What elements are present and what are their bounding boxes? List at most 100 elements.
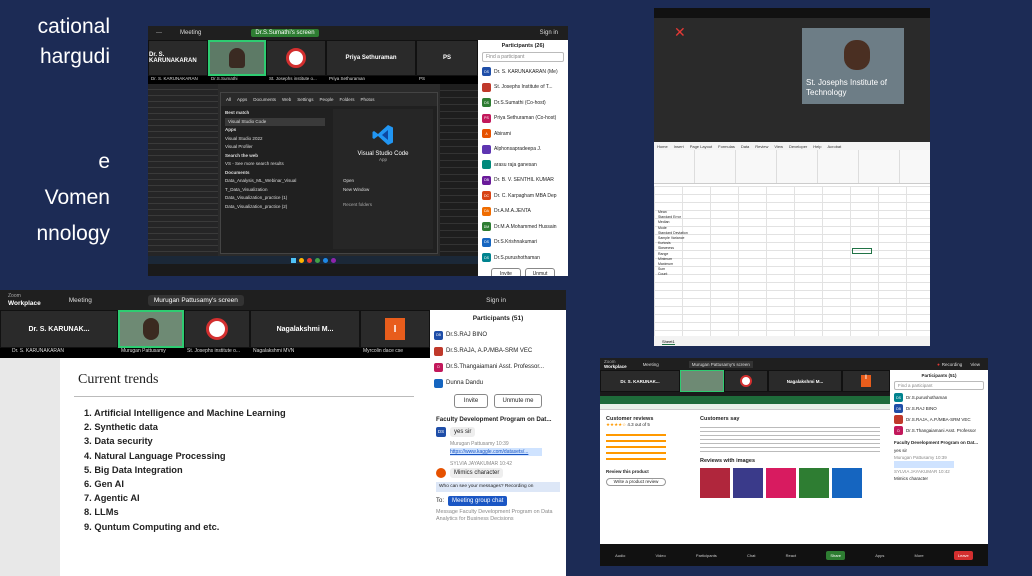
app-icon[interactable]: [306, 257, 312, 263]
result-item[interactable]: Visual Studio 2022: [225, 135, 325, 144]
share-tab[interactable]: Murugan Pattusamy's screen: [147, 294, 244, 306]
app-icon[interactable]: [322, 257, 328, 263]
result-item[interactable]: Data_Visualization_practice (1): [225, 194, 325, 203]
mic-muted-icon[interactable]: ✕: [674, 24, 686, 41]
invite-button[interactable]: Invite: [491, 267, 521, 276]
spreadsheet-grid[interactable]: Mean Standard Error Median Mode Standard Dev…: [654, 186, 930, 336]
participant-row[interactable]: arasu raja ganesan: [478, 157, 568, 173]
video-tile[interactable]: [184, 310, 250, 348]
open-action[interactable]: Open: [343, 176, 433, 185]
video-tile[interactable]: Dr. S. KARUNAKARAN: [148, 40, 208, 76]
video-tile[interactable]: Priya Sethuraman: [326, 40, 416, 76]
participant-row[interactable]: DB Dr.S.RAJ BINO: [430, 327, 566, 343]
chat-link[interactable]: [894, 461, 954, 468]
video-button[interactable]: Video: [656, 553, 666, 558]
invite-button[interactable]: Invite: [454, 394, 488, 408]
participant-row[interactable]: PS Priya Sethuraman (Co-host): [478, 111, 568, 127]
participant-row[interactable]: DS Dr.S.purushothaman: [478, 250, 568, 266]
video-tile-active[interactable]: [208, 40, 266, 76]
unmute-button[interactable]: Unmut: [525, 267, 555, 276]
participant-row[interactable]: Dr.S.RAJA, A.P./MBA-SRM VEC: [430, 343, 566, 359]
search-tab[interactable]: Web: [282, 97, 291, 102]
apps-button[interactable]: Apps: [875, 553, 884, 558]
menu-item[interactable]: Help: [813, 144, 821, 149]
participant-row[interactable]: St. Josephs Institute of T...: [478, 80, 568, 96]
menu-item[interactable]: Developer: [789, 144, 807, 149]
menu-item[interactable]: Acrobat: [827, 144, 841, 149]
participant-row[interactable]: Dr.S.RAJA, A.P./MBA-SRM VEC: [890, 414, 988, 425]
search-tab[interactable]: Apps: [237, 97, 247, 102]
video-pip[interactable]: St. Josephs Institute of Technology: [802, 28, 904, 104]
write-review-button[interactable]: Write a product review: [606, 478, 666, 486]
audio-button[interactable]: Audio: [615, 553, 625, 558]
participant-row[interactable]: DM Dr.M.A.Mohammed Hussain: [478, 219, 568, 235]
video-tile[interactable]: I: [842, 370, 890, 392]
menu-item[interactable]: View: [774, 144, 783, 149]
chat-link[interactable]: https://www.kaggle.com/datasets/...: [450, 448, 542, 456]
result-item[interactable]: Visual Profiler: [225, 143, 325, 152]
participant-row[interactable]: DS Dr.S.Sumathi (Co-host): [478, 95, 568, 111]
video-tile-active[interactable]: [118, 310, 184, 348]
search-tab[interactable]: All: [226, 97, 231, 102]
search-tab[interactable]: People: [319, 97, 333, 102]
more-button[interactable]: More: [915, 553, 924, 558]
menu-item[interactable]: Home: [657, 144, 668, 149]
find-participant-input[interactable]: Find a participant: [894, 381, 984, 390]
review-image[interactable]: [733, 468, 763, 498]
review-image[interactable]: [832, 468, 862, 498]
result-item[interactable]: Visual Studio Code: [225, 117, 325, 126]
participant-row[interactable]: Alphonsapradeepa J.: [478, 142, 568, 158]
app-icon[interactable]: [314, 257, 320, 263]
recipient-select[interactable]: Meeting group chat: [448, 496, 508, 506]
participant-row[interactable]: D Dr.S.Thangaiamani Asst. Professor: [890, 425, 988, 436]
find-participant-input[interactable]: Find a participant: [482, 52, 564, 62]
participant-row[interactable]: DS Dr.S.purushothaman: [890, 392, 988, 403]
participant-row[interactable]: DB Dr.S.RAJ BINO: [890, 403, 988, 414]
video-tile[interactable]: I: [360, 310, 430, 348]
new-window-action[interactable]: New Window: [343, 185, 433, 194]
menu-item[interactable]: Data: [741, 144, 749, 149]
video-tile-active[interactable]: [680, 370, 724, 392]
search-tab[interactable]: Documents: [253, 97, 276, 102]
video-tile[interactable]: Dr. S. KARUNAK...: [600, 370, 680, 392]
selected-cell[interactable]: [852, 248, 872, 254]
share-tab[interactable]: Murugan Pattusamy's screen: [688, 360, 753, 368]
participant-row[interactable]: A Abirami: [478, 126, 568, 142]
chat-message-input[interactable]: Message Faculty Development Program on D…: [436, 509, 560, 523]
search-tab[interactable]: Settings: [297, 97, 313, 102]
result-item[interactable]: T_Data_Visualization: [225, 186, 325, 195]
result-item[interactable]: Data_Analysis_ML_Webinar_Visual: [225, 177, 325, 186]
leave-button[interactable]: Leave: [953, 550, 973, 560]
share-button[interactable]: Share: [826, 550, 846, 560]
app-icon[interactable]: [330, 257, 336, 263]
participant-row[interactable]: DB Dr. B. V. SENTHIL KUMAR: [478, 173, 568, 189]
review-image[interactable]: [766, 468, 796, 498]
search-tab[interactable]: Folders: [340, 97, 355, 102]
chat-visibility-note[interactable]: Who can see your messages? Recording on: [436, 482, 560, 492]
video-tile[interactable]: Dr. S. KARUNAK...: [0, 310, 118, 348]
search-tab[interactable]: Photos: [361, 97, 375, 102]
participants-button[interactable]: Participants: [696, 553, 717, 558]
unmute-button[interactable]: Unmute me: [494, 394, 542, 408]
participant-row[interactable]: DS Dr.S.Krishnakumari: [478, 235, 568, 251]
video-tile[interactable]: [724, 370, 768, 392]
participant-row[interactable]: DA Dr.A.M.A.JENTA: [478, 204, 568, 220]
app-icon[interactable]: [298, 257, 304, 263]
participant-row[interactable]: D Dr.S.Thangaiamani Asst. Professor...: [430, 359, 566, 375]
menu-item[interactable]: Insert: [674, 144, 684, 149]
share-tab[interactable]: Dr.S.Sumathi's screen: [251, 29, 319, 37]
menu-item[interactable]: Review: [755, 144, 768, 149]
review-image[interactable]: [700, 468, 730, 498]
start-icon[interactable]: [290, 257, 296, 263]
result-item[interactable]: VS - See more search results: [225, 160, 325, 169]
chat-button[interactable]: Chat: [747, 553, 755, 558]
sign-in-link[interactable]: Sign in: [486, 297, 506, 304]
participant-row[interactable]: Dunna Dandu: [430, 375, 566, 391]
video-tile[interactable]: Nagalakshmi M...: [768, 370, 842, 392]
review-image[interactable]: [799, 468, 829, 498]
video-tile[interactable]: PS: [416, 40, 478, 76]
result-item[interactable]: Data_Visualization_practice (2): [225, 203, 325, 212]
video-tile[interactable]: Nagalakshmi M...: [250, 310, 360, 348]
participant-row[interactable]: DC Dr. C. Karpagham MBA Dep: [478, 188, 568, 204]
react-button[interactable]: React: [786, 553, 796, 558]
